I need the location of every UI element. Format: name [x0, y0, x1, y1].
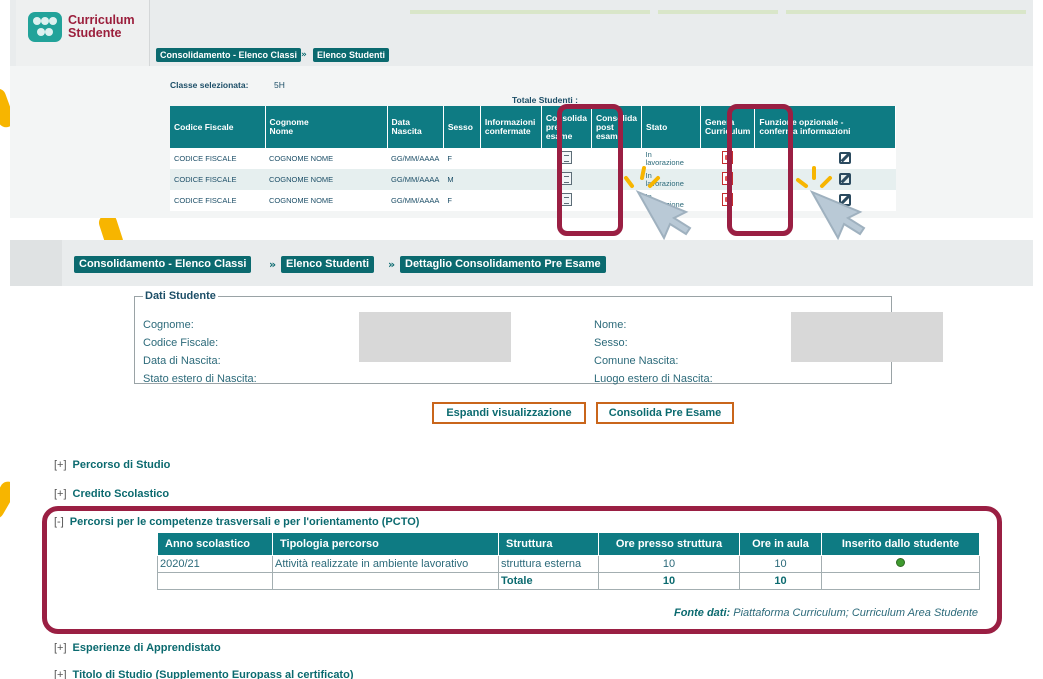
click-cursor-icon	[796, 166, 866, 240]
breadcrumb-dettaglio[interactable]: Dettaglio Consolidamento Pre Esame	[400, 256, 606, 273]
cell-codice-fiscale: CODICE FISCALE	[170, 169, 265, 190]
cell-sesso: F	[443, 148, 481, 169]
cell-data-nascita: GG/MM/AAAA	[387, 169, 444, 190]
cell-cognome-nome: COGNOME NOME	[265, 169, 387, 190]
col-stato: Stato	[641, 106, 702, 148]
highlight-genera-curriculum	[727, 104, 793, 236]
cell-data-nascita: GG/MM/AAAA	[387, 148, 444, 169]
label-comune-nascita: Comune Nascita:	[594, 355, 679, 367]
cell-info	[480, 190, 542, 211]
cell-cognome-nome: COGNOME NOME	[265, 148, 387, 169]
cell-data-nascita: GG/MM/AAAA	[387, 190, 444, 211]
cell-info	[480, 169, 542, 190]
class-value: 5H	[274, 80, 285, 90]
section-credito-scolastico[interactable]: [+] Credito Scolastico	[54, 488, 169, 500]
cell-cognome-nome: COGNOME NOME	[265, 190, 387, 211]
consolida-pre-esame-button[interactable]: Consolida Pre Esame	[596, 402, 734, 424]
cell-sesso: M	[443, 169, 481, 190]
col-sesso: Sesso	[443, 106, 481, 148]
col-cognome-nome: Cognome Nome	[265, 106, 388, 148]
col-data-nascita: Data Nascita	[387, 106, 444, 148]
edit-icon[interactable]	[838, 151, 851, 164]
logo-text-studente: Studente	[68, 26, 122, 40]
class-label: Classe selezionata:	[170, 80, 249, 90]
label-cognome: Cognome:	[143, 319, 194, 331]
breadcrumb-separator: »	[269, 258, 277, 271]
espandi-visualizzazione-button[interactable]: Espandi visualizzazione	[432, 402, 586, 424]
label-data-nascita: Data di Nascita:	[143, 355, 221, 367]
click-cursor-icon	[624, 166, 692, 240]
detail-header: Consolidamento - Elenco Classi » Elenco …	[10, 240, 1033, 286]
app-logo: Curriculum Studente	[16, 0, 150, 66]
section-percorso-studio[interactable]: [+] Percorso di Studio	[54, 459, 170, 471]
cell-info	[480, 148, 542, 169]
breadcrumb-elenco-classi[interactable]: Consolidamento - Elenco Classi	[74, 256, 252, 273]
col-codice-fiscale: Codice Fiscale	[170, 106, 266, 148]
dati-studente-legend: Dati Studente	[145, 290, 216, 302]
label-nome: Nome:	[594, 319, 627, 331]
section-titolo-studio[interactable]: [+] Titolo di Studio (Supplemento Europas…	[54, 669, 353, 679]
breadcrumb-separator: »	[301, 50, 307, 60]
breadcrumb-separator: »	[388, 258, 396, 271]
breadcrumb-elenco-studenti[interactable]: Elenco Studenti	[313, 48, 390, 62]
label-stato-estero: Stato estero di Nascita:	[143, 373, 257, 385]
cell-sesso: F	[443, 190, 481, 211]
col-informazioni-confermate: Informazioni confermate	[480, 106, 542, 148]
cell-codice-fiscale: CODICE FISCALE	[170, 148, 265, 169]
value-placeholder-left	[359, 312, 511, 362]
cell-codice-fiscale: CODICE FISCALE	[170, 190, 265, 211]
label-codice-fiscale: Codice Fiscale:	[143, 337, 219, 349]
highlight-pcto-section	[42, 506, 1002, 634]
label-sesso: Sesso:	[594, 337, 628, 349]
dati-studente-box: Dati Studente Cognome: Codice Fiscale: D…	[134, 290, 943, 385]
app-header: Curriculum Studente Consolidamento - Ele…	[10, 0, 1033, 66]
students-list-panel: Curriculum Studente Consolidamento - Ele…	[10, 0, 1033, 218]
section-esperienze-apprendistato[interactable]: [+] Esperienze di Apprendistato	[54, 642, 221, 654]
students-list-body: Classe selezionata: 5H Totale Studenti :…	[10, 66, 1033, 218]
value-placeholder-right	[791, 312, 943, 362]
breadcrumb-elenco-studenti[interactable]: Elenco Studenti	[281, 256, 375, 273]
logo-people-icon	[28, 12, 62, 42]
breadcrumb-elenco-classi[interactable]: Consolidamento - Elenco Classi	[156, 48, 302, 62]
label-luogo-estero: Luogo estero di Nascita:	[594, 373, 713, 385]
